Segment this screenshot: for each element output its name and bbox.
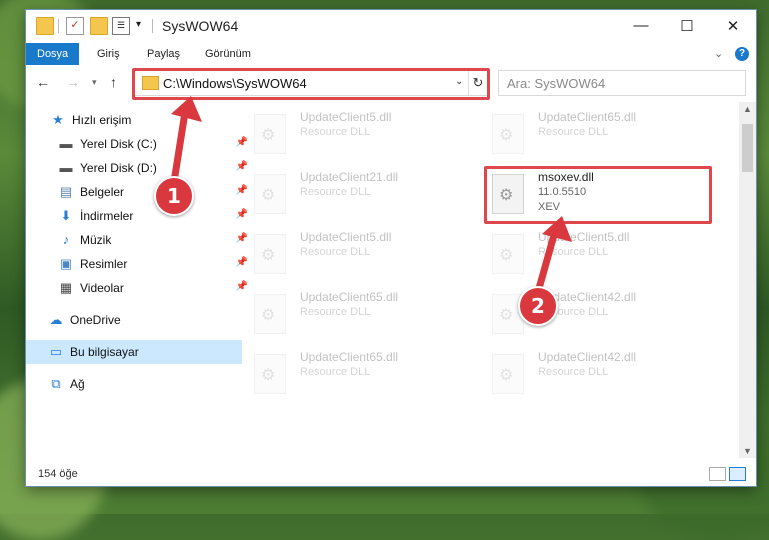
step-1-badge: 1 bbox=[154, 176, 194, 216]
arrow-2-shaft bbox=[534, 224, 560, 296]
annotation-arrows bbox=[170, 96, 572, 296]
step-2-badge: 2 bbox=[518, 286, 558, 326]
arrow-2-head bbox=[542, 216, 572, 242]
explorer-window: ✓ ☰ ▾ SysWOW64 — ☐ ✕ Dosya Giriş Paylaş … bbox=[26, 10, 756, 486]
